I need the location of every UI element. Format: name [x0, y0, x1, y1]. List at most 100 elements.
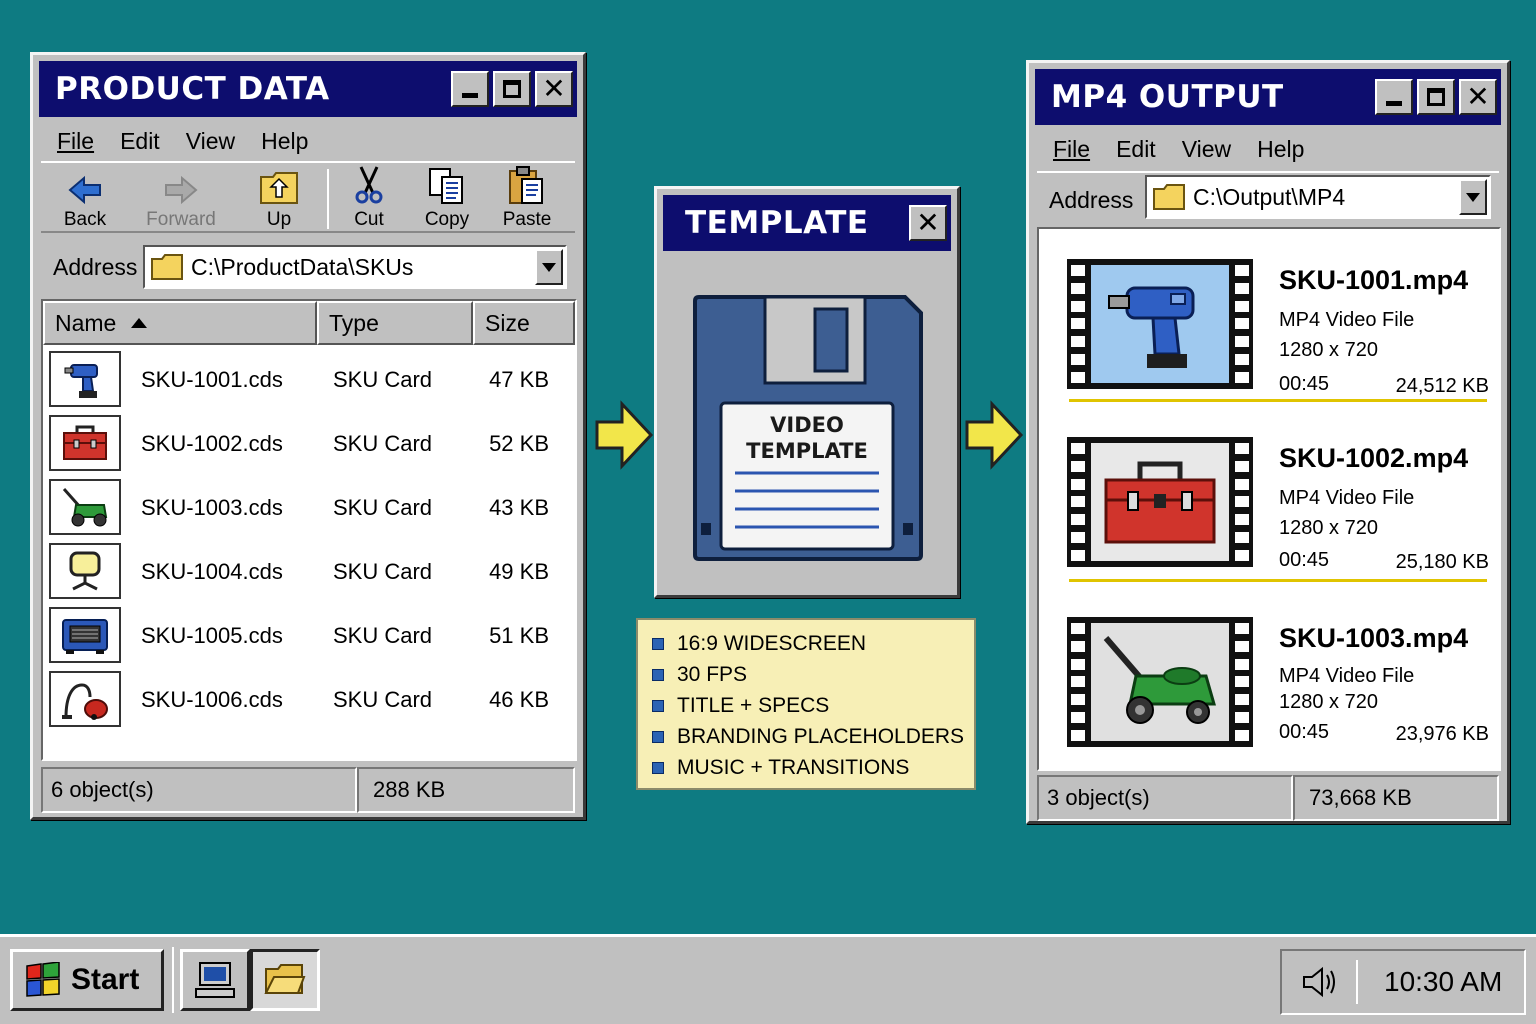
column-header-name[interactable]: Name [43, 301, 317, 345]
sort-ascending-icon [131, 318, 148, 328]
video-item[interactable]: SKU-1001.mp4 MP4 Video File 1280 x 720 0… [1039, 249, 1499, 419]
maximize-button[interactable] [493, 71, 531, 107]
film-thumbnail [1067, 617, 1253, 747]
video-item[interactable]: SKU-1002.mp4 MP4 Video File 1280 x 720 0… [1039, 427, 1499, 597]
maximize-button[interactable] [1417, 79, 1455, 115]
film-thumbnail [1067, 437, 1253, 567]
feature-item: TITLE + SPECS [652, 690, 974, 721]
product-data-titlebar[interactable]: PRODUCT DATA ✕ [39, 61, 577, 117]
mp4-output-window: MP4 OUTPUT ✕ File Edit View Help Address… [1026, 60, 1510, 824]
menu-edit[interactable]: Edit [1116, 136, 1156, 163]
column-header-type[interactable]: Type [317, 301, 473, 345]
start-button[interactable]: Start [10, 949, 164, 1011]
file-row[interactable]: SKU-1003.cds SKU Card 43 KB [49, 477, 569, 537]
forward-arrow-icon [165, 175, 198, 205]
drill-icon [64, 364, 98, 398]
status-object-count: 3 object(s) [1037, 775, 1293, 821]
lawnmower-icon [1103, 636, 1216, 724]
file-thumbnail [49, 671, 121, 727]
menu-help[interactable]: Help [1257, 136, 1304, 163]
address-field[interactable]: C:\ProductData\SKUs [143, 245, 567, 289]
toolbox-icon [63, 425, 107, 460]
file-list: Name Type Size SKU-1001.cds SKU Card 47 … [41, 299, 577, 761]
bullet-icon [652, 730, 664, 743]
bullet-icon [652, 699, 664, 712]
file-row[interactable]: SKU-1004.cds SKU Card 49 KB [49, 541, 569, 601]
right-arrow-icon [595, 400, 654, 470]
bullet-icon [652, 637, 664, 650]
template-titlebar[interactable]: TEMPLATE ✕ [663, 195, 951, 251]
window-title: PRODUCT DATA [55, 71, 330, 107]
status-total-size: 288 KB [357, 767, 575, 813]
file-row[interactable]: SKU-1005.cds SKU Card 51 KB [49, 605, 569, 665]
file-row[interactable]: SKU-1006.cds SKU Card 46 KB [49, 669, 569, 729]
close-button[interactable]: ✕ [909, 205, 947, 241]
mp4-output-titlebar[interactable]: MP4 OUTPUT ✕ [1035, 69, 1501, 125]
computer-icon [195, 962, 235, 998]
toolbox-icon [1104, 461, 1216, 544]
menu-bar: File Edit View Help [41, 121, 575, 161]
status-total-size: 73,668 KB [1293, 775, 1499, 821]
menu-bar: File Edit View Help [1037, 129, 1499, 169]
address-dropdown-button[interactable] [535, 249, 563, 285]
file-thumbnail [49, 607, 121, 663]
file-thumbnail [49, 351, 121, 407]
minimize-button[interactable] [451, 71, 489, 107]
copy-button[interactable]: Copy [405, 167, 489, 231]
scissors-icon [355, 166, 383, 204]
address-label: Address [53, 253, 138, 280]
copy-icon [429, 168, 463, 204]
system-tray: 10:30 AM [1280, 949, 1526, 1015]
minimize-button[interactable] [1375, 79, 1413, 115]
tray-separator [1356, 960, 1358, 1004]
cut-button[interactable]: Cut [327, 166, 411, 231]
menu-view[interactable]: View [186, 128, 235, 155]
explorer-folder-button[interactable] [250, 949, 320, 1011]
menu-help[interactable]: Help [261, 128, 308, 155]
address-path: C:\ProductData\SKUs [191, 253, 414, 280]
close-button[interactable]: ✕ [535, 71, 573, 107]
column-header-size[interactable]: Size [473, 301, 575, 345]
open-folder-icon [264, 964, 306, 994]
my-computer-button[interactable] [180, 949, 250, 1011]
close-button[interactable]: ✕ [1459, 79, 1497, 115]
speaker-icon[interactable] [1300, 965, 1340, 999]
template-features-note: 16:9 WIDESCREEN 30 FPS TITLE + SPECS BRA… [636, 618, 976, 790]
menu-edit[interactable]: Edit [120, 128, 160, 155]
forward-button[interactable]: Forward [139, 167, 223, 231]
menu-file[interactable]: File [57, 128, 94, 155]
menu-file[interactable]: File [1053, 136, 1090, 163]
back-button[interactable]: Back [43, 167, 127, 231]
start-label: Start [71, 963, 140, 996]
menu-view[interactable]: View [1182, 136, 1231, 163]
feature-item: MUSIC + TRANSITIONS [652, 752, 974, 783]
file-row[interactable]: SKU-1001.cds SKU Card 47 KB [49, 349, 569, 409]
address-dropdown-button[interactable] [1459, 179, 1487, 215]
taskbar: Start 10:30 AM [0, 934, 1536, 1024]
disk-label-line1: VIDEO [770, 413, 844, 437]
paste-icon [509, 166, 543, 204]
file-thumbnail [49, 543, 121, 599]
address-field[interactable]: C:\Output\MP4 [1145, 175, 1491, 219]
video-item[interactable]: SKU-1003.mp4 MP4 Video File 1280 x 720 0… [1039, 607, 1499, 777]
windows-logo-icon [26, 962, 60, 997]
file-thumbnail [49, 479, 121, 535]
bullet-icon [652, 761, 664, 774]
feature-item: 30 FPS [652, 659, 974, 690]
video-list: SKU-1001.mp4 MP4 Video File 1280 x 720 0… [1037, 227, 1501, 771]
paste-button[interactable]: Paste [485, 166, 569, 231]
divider [1069, 579, 1487, 582]
back-arrow-icon [68, 175, 101, 205]
taskbar-separator [172, 947, 174, 1013]
status-bar: 6 object(s) 288 KB [41, 767, 575, 813]
bullet-icon [652, 668, 664, 681]
template-window: TEMPLATE ✕ VIDEO TEMPLATE [654, 186, 960, 598]
status-object-count: 6 object(s) [41, 767, 357, 813]
up-folder-icon [260, 172, 298, 204]
generator-icon [62, 619, 108, 654]
file-row[interactable]: SKU-1002.cds SKU Card 52 KB [49, 413, 569, 473]
work-light-icon [69, 551, 101, 591]
feature-item: 16:9 WIDESCREEN [652, 628, 974, 659]
window-title: TEMPLATE [685, 205, 869, 241]
up-button[interactable]: Up [237, 167, 321, 231]
